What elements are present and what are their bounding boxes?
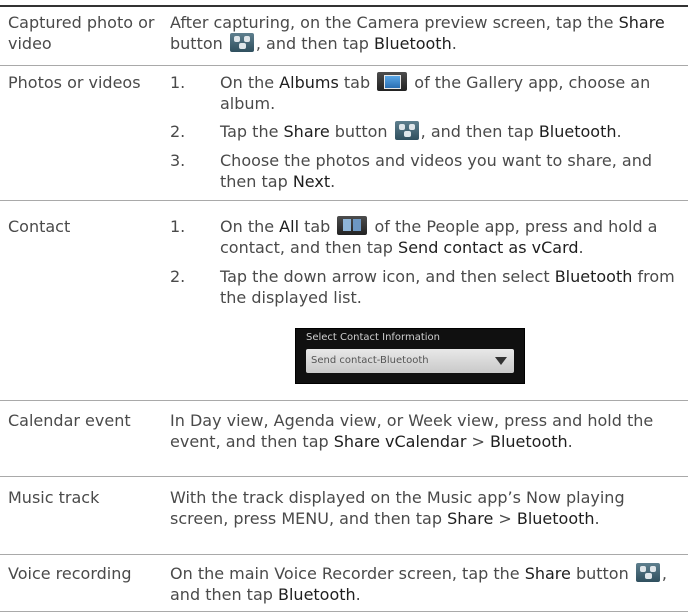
share-icon — [229, 33, 254, 52]
share-icon — [635, 563, 660, 582]
screenshot-title: Select Contact Information — [306, 332, 440, 343]
row-label-music: Music track — [8, 488, 100, 507]
chevron-down-icon — [495, 357, 507, 365]
row-label-calendar: Calendar event — [8, 411, 131, 430]
row-label-contact: Contact — [8, 217, 71, 236]
row-label-photos: Photos or videos — [8, 73, 141, 92]
table-top-rule — [0, 5, 688, 7]
table-bottom-rule — [0, 611, 688, 612]
row-text-voice: On the main Voice Recorder screen, tap t… — [170, 563, 667, 604]
share-icon — [394, 121, 419, 140]
row-text-music: With the track displayed on the Music ap… — [170, 488, 625, 528]
albums-tab-icon — [377, 72, 408, 91]
row-divider — [0, 65, 688, 66]
share-bluetooth-table: Captured photo or video After capturing,… — [0, 0, 688, 613]
contact-screenshot: Select Contact Information Send contact-… — [295, 328, 525, 384]
row-divider — [0, 476, 688, 477]
dropdown-value: Send contact-Bluetooth — [311, 355, 429, 366]
all-tab-icon — [337, 216, 368, 235]
row-text-captured: After capturing, on the Camera preview s… — [170, 13, 665, 53]
row-text-calendar: In Day view, Agenda view, or Week view, … — [170, 411, 654, 451]
row-label-captured: Captured photo or video — [8, 13, 155, 53]
row-divider — [0, 200, 688, 201]
row-divider — [0, 554, 688, 555]
row-divider — [0, 400, 688, 401]
row-label-voice: Voice recording — [8, 564, 132, 583]
send-contact-dropdown: Send contact-Bluetooth — [306, 349, 514, 373]
